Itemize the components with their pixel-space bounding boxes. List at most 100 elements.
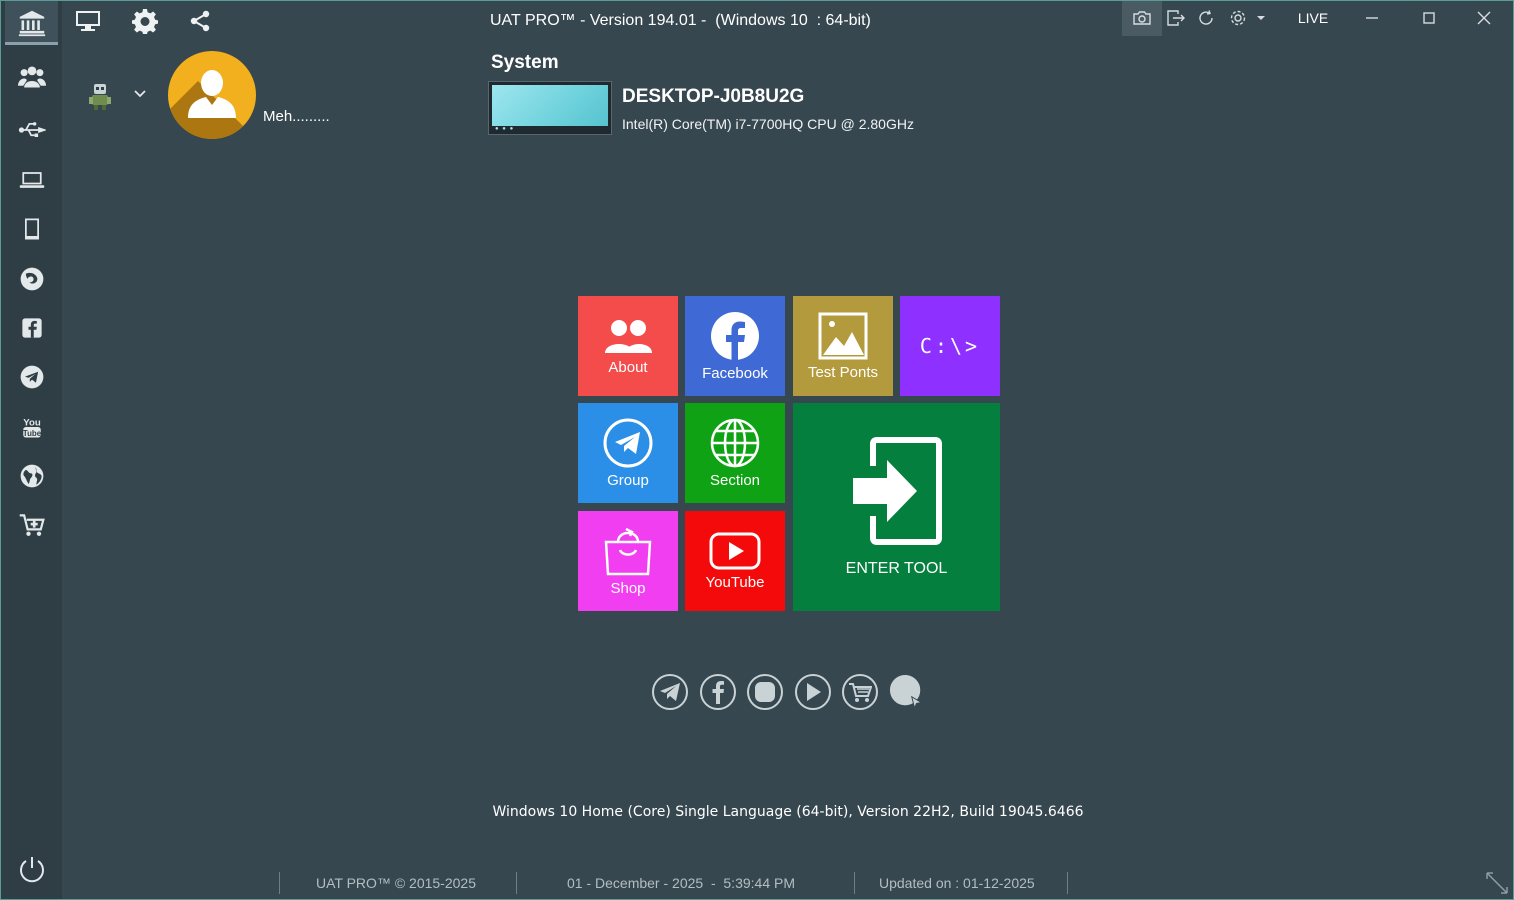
close-icon	[1477, 11, 1491, 25]
refresh-button[interactable]	[1194, 0, 1218, 36]
tile-youtube[interactable]: YouTube	[685, 511, 785, 611]
tile-group[interactable]: Group	[578, 403, 678, 503]
cart-icon	[849, 683, 872, 702]
status-divider	[516, 872, 517, 894]
minimize-icon	[1366, 17, 1378, 19]
play-icon	[807, 683, 821, 701]
sidebar-item-youtube[interactable]: You Tube	[5, 405, 58, 449]
facebook-icon	[712, 681, 724, 704]
power-button[interactable]	[17, 854, 47, 889]
shopping-bag-icon	[604, 527, 652, 575]
live-indicator[interactable]: LIVE	[1290, 0, 1336, 36]
sidebar-item-facebook[interactable]	[5, 306, 58, 350]
tile-label: Section	[709, 471, 761, 489]
tile-label: Test Ponts	[807, 363, 879, 381]
cmd-prompt-label: C:\>	[919, 334, 981, 358]
tile-cmd[interactable]: C:\>	[900, 296, 1000, 396]
tile-facebook[interactable]: Facebook	[685, 296, 785, 396]
laptop-icon	[19, 172, 44, 188]
tile-enter-tool[interactable]: ENTER TOOL	[793, 403, 1000, 611]
resize-handle-icon[interactable]	[1484, 870, 1510, 896]
tile-label: Shop	[610, 579, 646, 597]
sidebar-item-tablet[interactable]	[5, 207, 58, 251]
monitor-button[interactable]	[72, 2, 104, 40]
exit-icon	[1167, 10, 1185, 26]
sidebar-item-shop[interactable]	[5, 503, 58, 547]
maximize-button[interactable]	[1415, 0, 1443, 36]
screenshot-button[interactable]	[1122, 0, 1162, 36]
chevron-down-icon[interactable]	[132, 88, 148, 100]
social-shop[interactable]	[842, 674, 878, 710]
telegram-icon	[660, 683, 680, 701]
sidebar: You Tube	[1, 1, 62, 899]
social-youtube[interactable]	[795, 674, 831, 710]
sidebar-item-users[interactable]	[5, 55, 58, 99]
social-website[interactable]	[889, 674, 925, 710]
sidebar-item-firefox[interactable]	[5, 257, 58, 301]
updated-text: Updated on : 01-12-2025	[879, 875, 1035, 891]
youtube-icon: YouTube	[22, 417, 41, 438]
power-icon	[20, 857, 44, 883]
status-divider	[1067, 872, 1068, 894]
refresh-icon	[1199, 10, 1213, 25]
share-button[interactable]	[186, 2, 214, 40]
settings-dropdown[interactable]	[1226, 0, 1270, 36]
instagram-icon	[755, 682, 775, 702]
cpu-info: Intel(R) Core(TM) i7-7700HQ CPU @ 2.80GH…	[622, 116, 914, 132]
tile-test-points[interactable]: Test Ponts	[793, 296, 893, 396]
settings-dropdown-icon	[1230, 10, 1265, 26]
tile-label: YouTube	[705, 573, 765, 591]
hostname: DESKTOP-J0B8U2G	[622, 86, 805, 107]
status-divider	[279, 872, 280, 894]
window-title: UAT PRO™ - Version 194.01 - (Windows 10 …	[490, 12, 871, 29]
enter-icon	[852, 437, 942, 545]
bank-icon	[18, 10, 45, 37]
image-icon	[818, 312, 868, 359]
users-group-icon	[17, 66, 46, 88]
sidebar-item-usb[interactable]	[5, 108, 58, 152]
tile-section[interactable]: Section	[685, 403, 785, 503]
username: Meh.........	[263, 108, 330, 125]
tile-label: Facebook	[702, 364, 768, 382]
social-instagram[interactable]	[747, 674, 783, 710]
copyright-text: UAT PRO™ © 2015-2025	[316, 875, 476, 891]
minimize-button[interactable]	[1358, 0, 1386, 36]
settings-button[interactable]	[130, 2, 160, 40]
social-telegram[interactable]	[652, 674, 688, 710]
avatar[interactable]	[168, 51, 256, 139]
usb-icon	[18, 122, 46, 137]
close-button[interactable]	[1470, 0, 1498, 36]
sidebar-item-telegram[interactable]	[5, 355, 58, 399]
system-monitor-image: ● ● ●	[488, 81, 612, 135]
firefox-icon	[20, 267, 43, 291]
sidebar-item-laptop[interactable]	[5, 158, 58, 202]
svg-text:You: You	[23, 417, 41, 428]
telegram-icon	[20, 365, 43, 389]
facebook-icon	[711, 311, 759, 360]
sidebar-item-home[interactable]	[5, 1, 58, 45]
globe-icon	[20, 464, 43, 488]
web-icon	[889, 674, 923, 710]
sidebar-item-globe[interactable]	[5, 454, 58, 498]
system-heading: System	[491, 52, 559, 73]
users-icon	[605, 319, 652, 353]
tile-label: ENTER TOOL	[845, 560, 948, 577]
tile-shop[interactable]: Shop	[578, 511, 678, 611]
share-icon	[190, 10, 210, 32]
social-facebook[interactable]	[700, 674, 736, 710]
status-divider	[854, 872, 855, 894]
youtube-icon	[709, 532, 761, 569]
tile-about[interactable]: About	[578, 296, 678, 396]
user-icon	[188, 70, 236, 118]
maximize-icon	[1423, 12, 1435, 24]
tile-label: About	[608, 358, 648, 376]
exit-button[interactable]	[1164, 0, 1188, 36]
telegram-icon	[603, 418, 653, 467]
monitor-icon	[76, 11, 100, 31]
robot-icon	[89, 84, 111, 110]
tile-label: Group	[607, 471, 649, 489]
gear-icon	[132, 9, 158, 34]
svg-text:Tube: Tube	[22, 429, 41, 438]
globe-icon	[710, 418, 760, 467]
camera-icon	[1133, 11, 1151, 25]
